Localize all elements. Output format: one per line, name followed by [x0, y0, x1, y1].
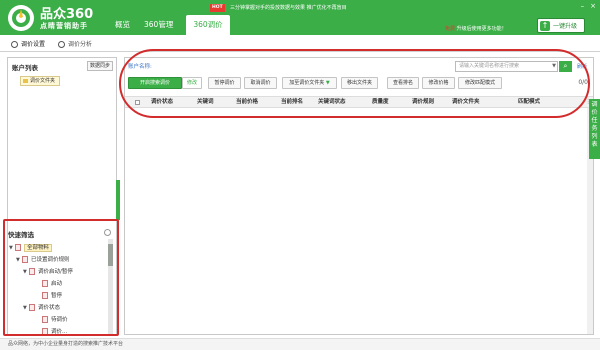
main-nav: 概览 360管理 360调价: [108, 15, 230, 35]
quick-filter-title: 快速筛选: [8, 231, 34, 239]
app-subtitle: 点睛营销助手: [40, 22, 88, 30]
account-item-label: 调价文件夹: [30, 78, 56, 84]
tree-node[interactable]: ▼ 已设置调价规则: [16, 255, 70, 265]
document-icon: [42, 292, 48, 299]
status-bar: 品众网络，为中小企业量身打造的搜索推广技术平台: [0, 338, 600, 350]
nav-overview[interactable]: 概览: [108, 15, 137, 35]
filter-scrollbar[interactable]: [108, 239, 113, 334]
nav-360-bid[interactable]: 360调价: [186, 15, 230, 35]
document-icon: [29, 304, 35, 311]
tree-node[interactable]: 暂停: [42, 291, 62, 301]
tree-node-label: 暂停: [51, 293, 63, 299]
modify-price-button[interactable]: 修改价格: [422, 77, 455, 89]
add-to-folder-label: 加至调价文件夹: [289, 80, 325, 86]
document-icon: [22, 256, 28, 263]
account-item[interactable]: 调价文件夹: [20, 76, 60, 86]
item-count: 0/0: [578, 79, 588, 86]
tab-bid-analysis-label: 调价分析: [68, 41, 93, 48]
tree-node[interactable]: 启动: [42, 279, 62, 289]
column-header[interactable]: 关键词: [197, 97, 214, 109]
arrow-up-icon: ↑: [540, 20, 550, 31]
select-all-checkbox[interactable]: [135, 100, 140, 105]
account-name-label: 账户名称:: [128, 64, 152, 70]
document-icon: [42, 328, 48, 335]
logo-icon: [8, 5, 34, 31]
hot-badge: HOT: [210, 4, 225, 12]
upgrade-button[interactable]: ↑ 一键升级: [537, 18, 585, 33]
sub-tabs: 调价设置 调价分析: [0, 35, 600, 52]
upgrade-button-label: 一键升级: [553, 23, 578, 30]
column-header[interactable]: 匹配模式: [518, 97, 540, 109]
tab-bid-settings[interactable]: 调价设置: [10, 39, 45, 51]
column-header[interactable]: 关键词状态: [318, 97, 346, 109]
column-header[interactable]: 调价状态: [151, 97, 173, 109]
tree-node-label: 调价启动/暂停: [38, 269, 73, 275]
add-to-folder-button[interactable]: 加至调价文件夹 ▼: [282, 77, 337, 89]
app-title: 品众360: [40, 7, 94, 22]
app-header: 品众360 点睛营销助手 HOT 三分钟掌握对手的投放数据与效果 推广优化不再盲…: [0, 0, 600, 35]
chart-icon: [58, 41, 65, 48]
tab-bid-settings-label: 调价设置: [21, 41, 46, 48]
document-icon: [29, 268, 35, 275]
tree-node[interactable]: ▼ 全部物料: [9, 243, 53, 253]
search-icon[interactable]: ⌕: [559, 61, 572, 72]
tree-node-label: 调价状态: [38, 305, 61, 311]
side-tab-char: 务: [591, 125, 598, 132]
collapse-icon[interactable]: [104, 229, 111, 236]
side-tab-char: 任: [591, 117, 598, 124]
header-notice[interactable]: 三分钟掌握对手的投放数据与效果 推广优化不再盲目: [230, 4, 347, 12]
table-header: 调价状态 关键词 当前价格 当前排名 关键词状态 质量度 调价规则 调价文件夹 …: [125, 96, 593, 108]
refresh-link[interactable]: 刷新: [577, 63, 587, 70]
tree-node-label: 已设置调价规则: [31, 257, 70, 263]
upgrade-warning: 免费: [445, 26, 456, 32]
side-tab-char: 调: [591, 101, 598, 108]
gear-icon: [11, 41, 18, 48]
column-header[interactable]: 当前价格: [236, 97, 258, 109]
data-sync-button[interactable]: 数据同步: [86, 61, 113, 71]
side-tab-char: 列: [591, 133, 598, 140]
column-header[interactable]: 调价文件夹: [452, 97, 480, 109]
tree-node[interactable]: 待调价: [42, 315, 68, 325]
view-rank-button[interactable]: 查看排名: [387, 77, 419, 89]
nav-360-manage[interactable]: 360管理: [137, 15, 180, 35]
upgrade-hint-text: 升级后使用更多功能！: [456, 26, 507, 32]
column-header[interactable]: 当前排名: [281, 97, 303, 109]
keyword-search-input[interactable]: 请输入关键词名称进行搜索: [455, 61, 558, 72]
upgrade-hint: 免费 升级后使用更多功能！: [445, 25, 507, 32]
side-tab-char: 价: [591, 109, 598, 116]
tree-node[interactable]: ▼ 调价状态: [23, 303, 60, 313]
document-icon: [42, 316, 48, 323]
side-tab-char: 表: [591, 141, 598, 148]
column-header[interactable]: 质量度: [372, 97, 389, 109]
tree-node-label: 启动: [51, 281, 63, 287]
tree-node[interactable]: ▼ 调价启动/暂停: [23, 267, 73, 277]
account-list-title: 账户列表: [12, 64, 38, 72]
close-icon[interactable]: ×: [590, 2, 596, 10]
modify-button[interactable]: 修改: [182, 77, 202, 89]
document-icon: [42, 280, 48, 287]
start-search-bid-button[interactable]: 开启搜索调价: [128, 77, 182, 89]
folder-icon: [23, 79, 28, 83]
document-icon: [15, 244, 21, 251]
tree-node[interactable]: 调价...: [42, 327, 67, 337]
caret-down-icon: ▼: [324, 80, 330, 86]
tree-node-label: 待调价: [51, 317, 68, 323]
tree-node-label: 全部物料: [24, 244, 53, 252]
column-header[interactable]: 调价规则: [412, 97, 434, 109]
bid-task-list-tab[interactable]: 调 价 任 务 列 表: [589, 99, 600, 159]
modify-match-mode-button[interactable]: 修改匹配模式: [458, 77, 502, 89]
chevron-down-icon[interactable]: ▼: [550, 61, 558, 72]
cancel-bid-button[interactable]: 取消调价: [244, 77, 277, 89]
pause-bid-button[interactable]: 暂停调价: [208, 77, 241, 89]
remove-from-folder-button[interactable]: 移出文件夹: [341, 77, 378, 89]
scrollbar-thumb[interactable]: [108, 244, 113, 266]
minimize-icon[interactable]: –: [581, 2, 585, 10]
tab-bid-analysis[interactable]: 调价分析: [57, 39, 92, 51]
tree-node-label: 调价...: [51, 329, 68, 335]
bid-main-panel: 账户名称: 请输入关键词名称进行搜索 ▼ ⌕ 刷新 开启搜索调价 修改 暂停调价…: [124, 57, 594, 335]
quick-filter-panel: 快速筛选 ▼ 全部物料 ▼ 已设置调价规则 ▼ 调价启动/暂停 启动 暂停 ▼ 调价状态…: [3, 219, 119, 336]
panel-collapse-handle[interactable]: [116, 180, 120, 220]
window-controls: – ×: [581, 2, 596, 10]
